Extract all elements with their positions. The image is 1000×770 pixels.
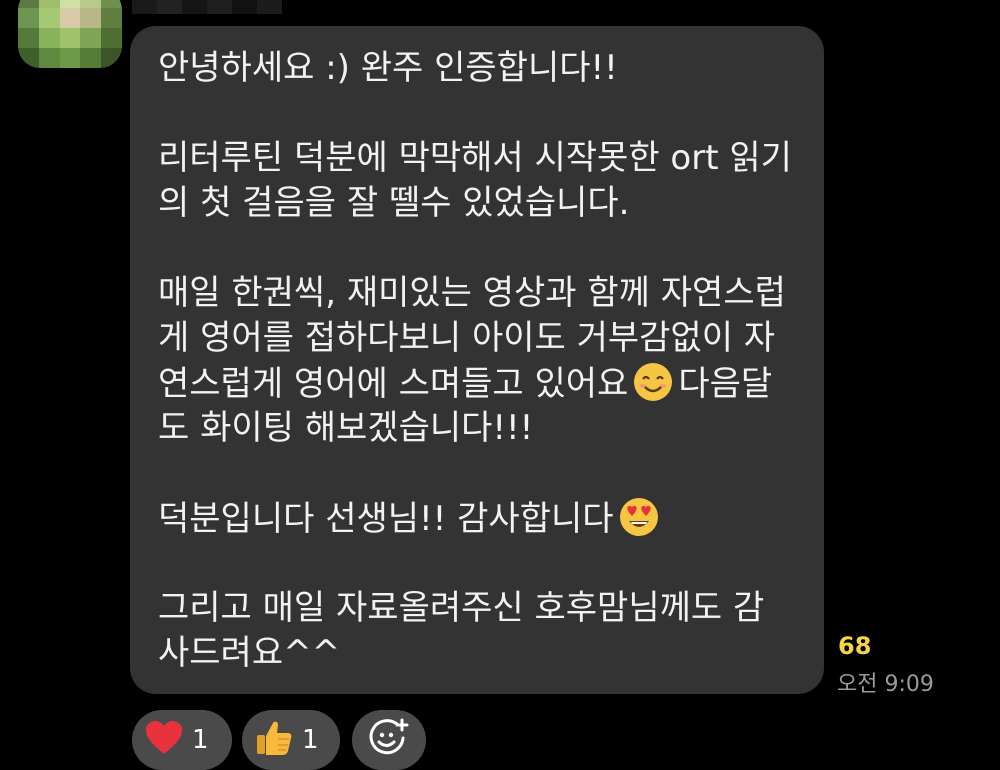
- message-line: 리터루틴 덕분에 막막해서 시작못한 ort 읽기: [158, 138, 792, 178]
- add-reaction-icon: [367, 716, 411, 764]
- message-line-text: 덕분입니다 선생님!! 감사합니다: [158, 499, 614, 539]
- thumbs-up-reaction-chip[interactable]: 1: [242, 710, 340, 770]
- message-line-with-emoji: 덕분입니다 선생님!! 감사합니다: [158, 496, 796, 541]
- message-line: 의 첫 걸음을 잘 뗄수 있었습니다.: [158, 183, 630, 223]
- reaction-count: 1: [192, 725, 209, 755]
- reaction-count: 1: [302, 725, 319, 755]
- thumbs-up-icon: [254, 718, 294, 762]
- message-line: 사드려요^^: [158, 633, 341, 673]
- message-line-text: 다음달: [678, 364, 773, 404]
- message-line: 도 화이팅 해보겠습니다!!!: [158, 408, 534, 448]
- message-bubble[interactable]: 안녕하세요 :) 완주 인증합니다!! 리터루틴 덕분에 막막해서 시작못한 o…: [130, 26, 824, 694]
- heart-eyes-face-icon: [618, 496, 660, 538]
- message-line: 매일 한권씩, 재미있는 영상과 함께 자연스럽: [158, 273, 786, 313]
- message-timestamp: 오전 9:09: [837, 672, 934, 697]
- message-line-text: 연스럽게 영어에 스며들고 있어요: [158, 364, 629, 404]
- heart-icon: [144, 720, 184, 760]
- unread-count: 68: [838, 632, 872, 660]
- avatar[interactable]: [18, 0, 122, 68]
- sender-name: [132, 0, 282, 14]
- message-line-with-emoji: 연스럽게 영어에 스며들고 있어요 다음달: [158, 361, 796, 406]
- smiling-face-icon: [632, 361, 674, 403]
- message-line: 그리고 매일 자료올려주신 호후맘님께도 감: [158, 588, 765, 628]
- message-line: 게 영어를 접하다보니 아이도 거부감없이 자: [158, 318, 776, 358]
- message-line: 안녕하세요 :) 완주 인증합니다!!: [158, 48, 618, 88]
- add-reaction-button[interactable]: [352, 710, 426, 770]
- heart-reaction-chip[interactable]: 1: [132, 710, 232, 770]
